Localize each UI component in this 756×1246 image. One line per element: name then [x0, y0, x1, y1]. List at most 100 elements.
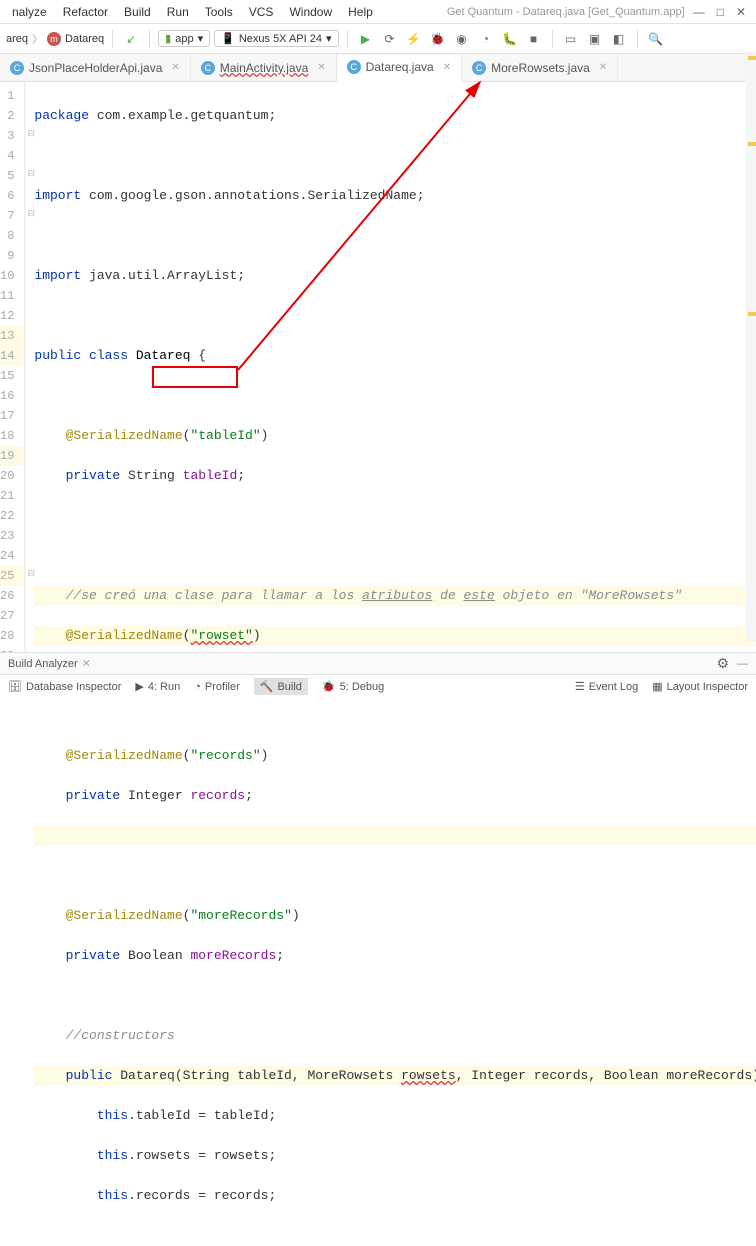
- apply-code-button[interactable]: ⚡: [404, 29, 424, 49]
- line-number: 12: [0, 306, 24, 326]
- android-icon: ▮: [165, 32, 171, 45]
- profile-button[interactable]: ◔: [476, 29, 496, 49]
- line-number: 27: [0, 606, 24, 626]
- profiler-icon: ◔: [194, 681, 201, 693]
- close-tab-icon[interactable]: ✕: [317, 62, 325, 73]
- build-tool-button[interactable]: 🔨Build: [254, 678, 308, 695]
- line-number: 13: [0, 326, 24, 346]
- phone-icon: 📱: [221, 32, 235, 45]
- menu-help[interactable]: Help: [340, 3, 381, 21]
- attach-debugger-button[interactable]: 🐛: [500, 29, 520, 49]
- warning-marker[interactable]: [748, 312, 756, 316]
- line-number: 6: [0, 186, 24, 206]
- line-number: 1: [0, 86, 24, 106]
- chevron-right-icon: 〉: [32, 31, 43, 47]
- line-number: 16: [0, 386, 24, 406]
- tab-jsonplaceholderapi[interactable]: C JsonPlaceHolderApi.java ✕: [0, 54, 191, 81]
- run-config-select[interactable]: ▮ app ▾: [158, 30, 210, 47]
- tab-morerowsets[interactable]: C MoreRowsets.java ✕: [462, 54, 618, 81]
- tab-label: MainActivity.java: [220, 61, 308, 75]
- line-number: 28: [0, 626, 24, 646]
- line-number: 9: [0, 246, 24, 266]
- close-icon[interactable]: ✕: [82, 657, 91, 670]
- class-file-icon: C: [347, 60, 361, 74]
- close-tab-icon[interactable]: ✕: [599, 62, 607, 73]
- hide-icon[interactable]: —: [737, 658, 748, 670]
- line-number: 25: [0, 566, 24, 586]
- line-number: 3: [0, 126, 24, 146]
- profiler-button[interactable]: ◔Profiler: [194, 681, 240, 693]
- tab-label: JsonPlaceHolderApi.java: [29, 61, 162, 75]
- line-number: 26: [0, 586, 24, 606]
- menu-vcs[interactable]: VCS: [241, 3, 282, 21]
- close-icon[interactable]: ✕: [736, 5, 746, 19]
- toolbar: areq 〉 m Datareq ↙ ▮ app ▾ 📱 Nexus 5X AP…: [0, 24, 756, 54]
- stop-button[interactable]: ■: [524, 29, 544, 49]
- breadcrumb-parent[interactable]: areq: [6, 33, 28, 45]
- line-number: 4: [0, 146, 24, 166]
- tab-label: Datareq.java: [366, 60, 434, 74]
- database-inspector-button[interactable]: 🗄Database Inspector: [8, 680, 121, 693]
- menu-tools[interactable]: Tools: [197, 3, 241, 21]
- line-number: 8: [0, 226, 24, 246]
- line-number: 23: [0, 526, 24, 546]
- class-file-icon: C: [10, 61, 24, 75]
- debug-button[interactable]: 🐞: [428, 29, 448, 49]
- breadcrumb-current[interactable]: Datareq: [65, 33, 104, 45]
- layout-inspector-button[interactable]: ▦Layout Inspector: [652, 680, 748, 693]
- tab-datareq[interactable]: C Datareq.java ✕: [337, 55, 462, 82]
- apply-changes-button[interactable]: ⟳: [380, 29, 400, 49]
- line-number: 19: [0, 446, 24, 466]
- minimize-icon[interactable]: —: [693, 5, 705, 19]
- menu-run[interactable]: Run: [159, 3, 197, 21]
- warning-marker[interactable]: [748, 56, 756, 60]
- debug-tool-button[interactable]: 🐞5: Debug: [322, 680, 384, 693]
- line-number: 11: [0, 286, 24, 306]
- line-number: 21: [0, 486, 24, 506]
- build-analyzer-tab[interactable]: Build Analyzer: [8, 658, 78, 670]
- menu-refactor[interactable]: Refactor: [55, 3, 116, 21]
- close-tab-icon[interactable]: ✕: [443, 62, 451, 73]
- line-number: 10: [0, 266, 24, 286]
- code-editor[interactable]: 1234567891011121314151617181920212223242…: [0, 82, 756, 672]
- bug-icon: 🐞: [322, 680, 336, 693]
- avd-manager-button[interactable]: ▭: [561, 29, 581, 49]
- class-file-icon: C: [201, 61, 215, 75]
- menu-analyze[interactable]: nalyze: [4, 3, 55, 21]
- error-stripe[interactable]: [746, 52, 756, 642]
- close-tab-icon[interactable]: ✕: [171, 62, 179, 73]
- line-number: 24: [0, 546, 24, 566]
- gear-icon[interactable]: ⚙: [716, 655, 729, 672]
- line-number: 17: [0, 406, 24, 426]
- line-number: 14: [0, 346, 24, 366]
- event-log-button[interactable]: ☰Event Log: [575, 680, 638, 693]
- menu-build[interactable]: Build: [116, 3, 159, 21]
- line-number: 18: [0, 426, 24, 446]
- chevron-down-icon: ▾: [326, 32, 332, 45]
- line-number: 20: [0, 466, 24, 486]
- menu-bar: nalyze Refactor Build Run Tools VCS Wind…: [0, 0, 756, 24]
- code-area[interactable]: package com.example.getquantum; import c…: [26, 82, 756, 672]
- tab-mainactivity[interactable]: C MainActivity.java ✕: [191, 54, 337, 81]
- run-button[interactable]: ▶: [356, 29, 376, 49]
- sync-icon[interactable]: ↙: [121, 29, 141, 49]
- warning-marker[interactable]: [748, 142, 756, 146]
- editor-tabs: C JsonPlaceHolderApi.java ✕ C MainActivi…: [0, 54, 756, 82]
- maximize-icon[interactable]: □: [717, 5, 724, 19]
- resource-manager-button[interactable]: ◧: [609, 29, 629, 49]
- line-number: 22: [0, 506, 24, 526]
- search-icon[interactable]: 🔍: [646, 29, 666, 49]
- line-number: 2: [0, 106, 24, 126]
- log-icon: ☰: [575, 680, 585, 693]
- coverage-button[interactable]: ◉: [452, 29, 472, 49]
- chevron-down-icon: ▾: [198, 32, 204, 45]
- sdk-manager-button[interactable]: ▣: [585, 29, 605, 49]
- status-bar: 🗄Database Inspector ▶4: Run ◔Profiler 🔨B…: [0, 674, 756, 698]
- play-icon: ▶: [135, 680, 143, 693]
- line-gutter: 1234567891011121314151617181920212223242…: [0, 82, 25, 672]
- tab-label: MoreRowsets.java: [491, 61, 590, 75]
- database-icon: 🗄: [8, 680, 22, 693]
- device-select[interactable]: 📱 Nexus 5X API 24 ▾: [214, 30, 338, 47]
- menu-window[interactable]: Window: [281, 3, 340, 21]
- run-tool-button[interactable]: ▶4: Run: [135, 680, 180, 693]
